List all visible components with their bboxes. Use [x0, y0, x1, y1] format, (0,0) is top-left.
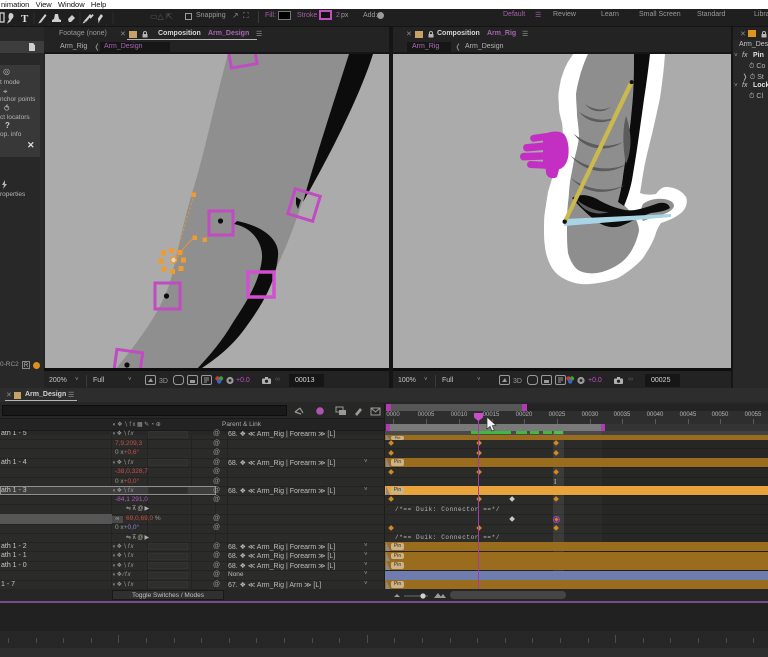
svg-text:.: . — [48, 21, 49, 26]
svg-text:.: . — [106, 21, 107, 26]
svg-text:3D: 3D — [513, 378, 522, 385]
svg-text:.: . — [28, 21, 29, 26]
svg-text:.: . — [62, 21, 63, 26]
svg-text:.: . — [76, 21, 77, 26]
svg-text:.: . — [94, 21, 95, 26]
svg-text:.: . — [15, 21, 16, 26]
svg-text:3D: 3D — [159, 378, 168, 385]
